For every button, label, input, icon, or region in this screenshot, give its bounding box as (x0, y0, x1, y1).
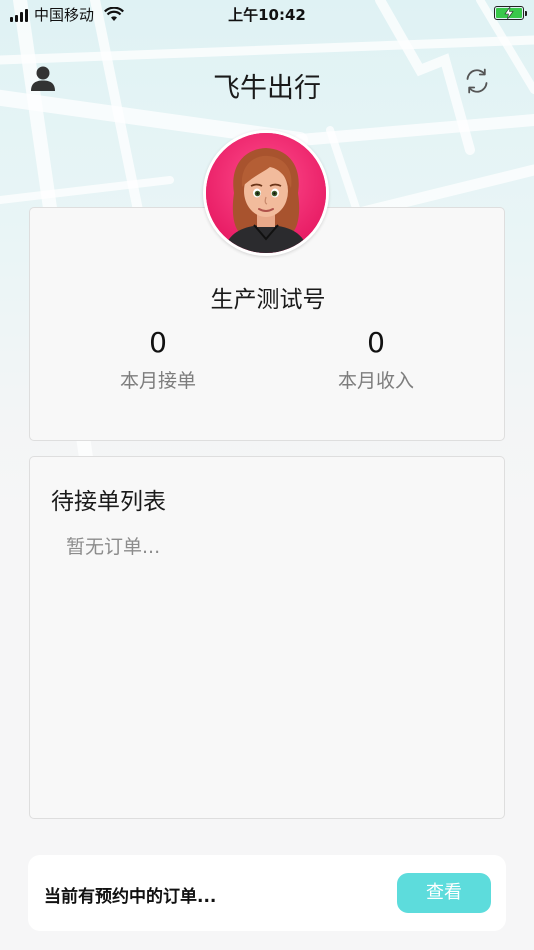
monthly-orders-value: 0 (149, 326, 167, 359)
avatar-image (206, 133, 326, 253)
battery-icon (494, 6, 527, 20)
refresh-icon (466, 68, 488, 94)
monthly-income-value: 0 (367, 326, 385, 359)
empty-orders-text: 暂无订单... (66, 536, 161, 558)
monthly-income-label: 本月收入 (337, 370, 414, 392)
refresh-button[interactable] (460, 64, 494, 98)
page-title: 飞牛出行 (213, 73, 321, 104)
monthly-orders-label: 本月接单 (119, 370, 196, 392)
monthly-orders-stat: 0 本月接单 (68, 326, 248, 393)
avatar[interactable] (203, 130, 329, 256)
status-time: 上午10:42 (228, 6, 306, 24)
pending-orders-list: 待接单列表 暂无订单... (29, 456, 505, 819)
reservation-text: 当前有预约中的订单... (44, 887, 217, 907)
monthly-income-stat: 0 本月收入 (286, 326, 466, 393)
pending-orders-title: 待接单列表 (51, 489, 166, 515)
header: 飞牛出行 (0, 56, 534, 108)
reservation-bar: 当前有预约中的订单... 查看 (28, 855, 506, 931)
status-bar: 中国移动 上午10:42 (0, 0, 534, 28)
user-nickname: 生产测试号 (210, 287, 326, 313)
view-button[interactable]: 查看 (397, 873, 491, 913)
